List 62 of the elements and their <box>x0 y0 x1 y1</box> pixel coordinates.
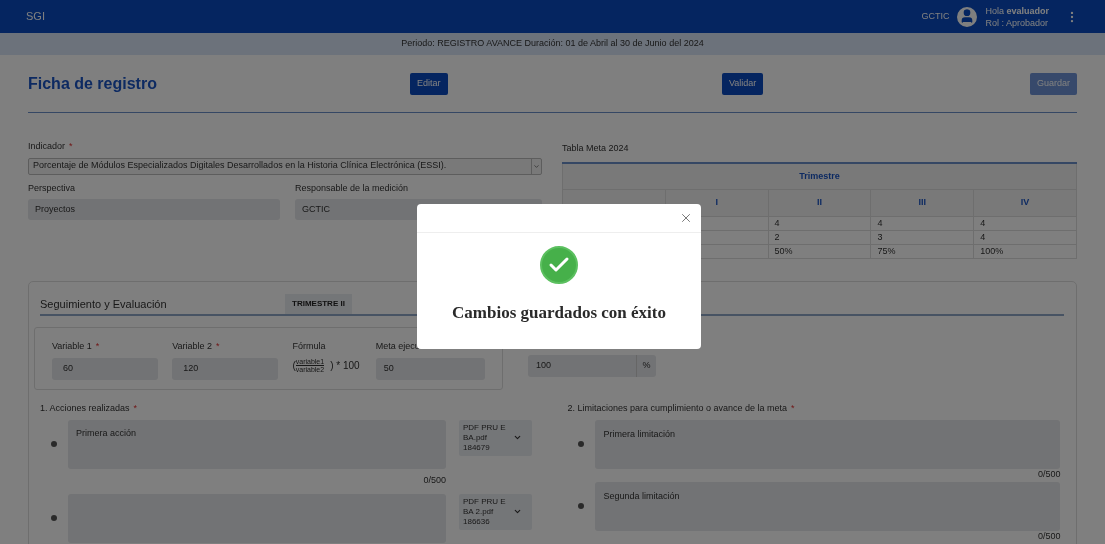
variable-field[interactable]: 60 <box>52 357 159 380</box>
app-name: SGI <box>26 9 45 25</box>
success-check-icon <box>540 246 578 284</box>
field-label: 2. Limitaciones para cumplimiento o avance de la meta <box>567 402 788 415</box>
variable-field[interactable]: 120 <box>172 357 279 380</box>
bullet-icon <box>51 515 57 521</box>
user-avatar-icon[interactable] <box>957 6 978 27</box>
column-header: II <box>768 189 871 217</box>
table-cell: 2 <box>768 230 871 245</box>
action-button[interactable]: Validar <box>722 72 764 95</box>
bullet-icon <box>578 441 585 447</box>
column-header: III <box>870 189 974 217</box>
close-icon[interactable] <box>679 211 693 225</box>
field-label: Responsable de la medición <box>295 181 409 195</box>
greeting: Hola evaluador <box>985 4 1049 17</box>
required-mark: * <box>69 140 73 153</box>
page-title: Ficha de registro <box>28 73 157 94</box>
table-cell: 75% <box>870 244 974 259</box>
percent-field[interactable]: 100 % <box>528 355 656 377</box>
action-button[interactable]: Editar <box>410 72 448 95</box>
table-title: Tabla Meta 2024 <box>562 142 630 155</box>
field-label: Indicador <box>28 140 66 153</box>
attachment-dropdown[interactable]: PDF PRU EBA 2.pdf 186636 <box>459 493 532 530</box>
table-cell: 4 <box>973 216 1077 231</box>
field-label: Variable 1 <box>52 340 92 353</box>
perspective-field[interactable]: Proyectos <box>28 199 280 220</box>
field-label: Variable 2 <box>172 340 213 353</box>
table-cell: 3 <box>870 230 974 245</box>
required-mark: * <box>791 402 795 415</box>
text-area[interactable]: Segunda limitación <box>595 481 1061 531</box>
quarter-chip: TRIMESTRE II <box>285 294 352 314</box>
char-counter: 0/500 <box>1037 468 1061 482</box>
org-name: GCTIC <box>921 9 950 23</box>
period-banner: Periodo: REGISTRO AVANCE Duración: 01 de Abril al 30 de Junio del 2024 <box>0 33 1105 55</box>
text-area[interactable]: Primera acción <box>68 419 446 469</box>
field-label: Perspectiva <box>28 181 76 195</box>
field-label: Fórmula <box>292 340 326 353</box>
caret-icon <box>533 162 540 170</box>
required-mark: * <box>95 340 100 353</box>
char-counter: 0/500 <box>1037 530 1061 544</box>
indicator-select[interactable]: Porcentaje de Módulos Especializados Digitales Desarrollados en la Historia Clínica Electrónica (ESSI). <box>28 157 542 175</box>
chevron-icon <box>513 433 522 442</box>
attachment-dropdown[interactable]: PDF PRU EBA.pdf 184679 <box>459 419 532 456</box>
required-mark: * <box>216 340 220 353</box>
char-counter: 0/500 <box>423 473 446 487</box>
table-cell: 4 <box>768 216 871 231</box>
table-cell: 4 <box>973 230 1077 245</box>
success-message: Cambios guardados con éxito <box>452 302 666 324</box>
table-cell: 4 <box>870 216 974 231</box>
table-cell: 50% <box>768 244 871 259</box>
field-label: 1. Acciones realizadas <box>40 402 130 415</box>
bullet-icon <box>578 503 585 509</box>
bullet-icon <box>51 441 57 447</box>
section-title: Seguimiento y Evaluación <box>40 296 168 312</box>
user-role: Rol : Aprobador <box>985 16 1049 29</box>
table-cell: 100% <box>973 244 1077 259</box>
goal-field[interactable]: 50 <box>375 357 485 380</box>
table-group-header: Trimestre <box>562 162 1077 190</box>
text-area[interactable]: Primera limitación <box>595 419 1061 469</box>
chevron-icon <box>513 507 522 516</box>
column-header: IV <box>973 189 1077 217</box>
required-mark: * <box>133 402 138 415</box>
